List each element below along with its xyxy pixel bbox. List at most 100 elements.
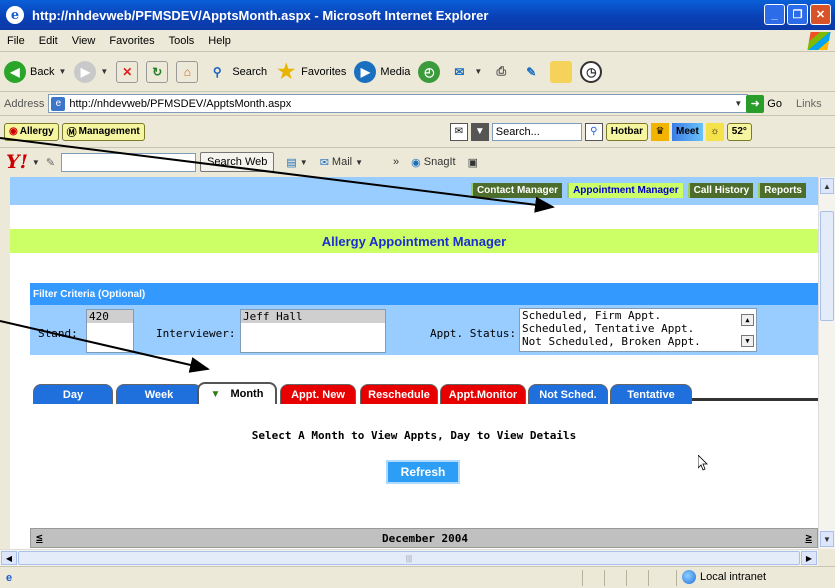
windows-logo-icon [807,32,831,50]
go-button[interactable]: ➜ Go [746,94,782,113]
dropdown-icon[interactable]: ▼ [474,67,482,76]
print-button[interactable]: ⎙ [490,61,512,83]
dropdown-icon[interactable]: ▼ [58,67,66,76]
address-input[interactable]: e http://nhdevweb/PFMSDEV/ApptsMonth.asp… [48,94,749,113]
maximize-button[interactable]: ❐ [787,4,808,25]
interviewer-listbox[interactable]: Jeff Hall [240,309,386,353]
allergy-label: Allergy [19,126,54,137]
media-button[interactable]: ▶ Media [354,60,411,83]
meet-button[interactable]: Meet [672,122,703,141]
yahoo-search-button[interactable]: Search Web [200,152,275,172]
dropdown-icon[interactable]: ▼ [100,67,108,76]
calendar-month-bar: ≤ December 2004 ≥ [30,528,818,548]
refresh-icon: ↻ [146,60,169,83]
filter-heading: Filter Criteria (Optional) [30,283,818,305]
intranet-globe-icon [682,570,696,584]
tab-appt-new[interactable]: Appt. New [280,384,356,404]
status-option[interactable]: Not Scheduled, Broken Appt. [520,335,756,348]
address-label: Address [4,97,45,110]
search-dropdown-button[interactable]: ▼ [470,122,489,141]
nav-appointment-manager[interactable]: Appointment Manager [567,183,683,198]
next-month-link[interactable]: ≥ [805,531,812,544]
edit-icon: ✎ [526,64,537,79]
yahoo-mail-button[interactable]: ✉ Mail ▼ [320,156,363,169]
nav-reports[interactable]: Reports [758,183,806,198]
toolbar-search-button[interactable]: ⚲ [584,122,603,141]
allergy-link[interactable]: ◉ Allergy [4,122,59,141]
window-capture-icon: ▣ [467,156,478,169]
home-button[interactable]: ⌂ [176,60,199,83]
tab-day[interactable]: Day [33,384,113,404]
status-option[interactable]: Scheduled, Tentative Appt. [520,322,756,335]
menu-favorites[interactable]: Favorites [102,35,161,47]
snagit-options-button[interactable]: ▣ [468,156,478,169]
search-button[interactable]: ⚲ Search [206,61,267,83]
scroll-left-arrow-icon[interactable]: ◀ [1,551,17,565]
edit-button[interactable]: ✎ [520,61,542,83]
tab-not-sched[interactable]: Not Sched. [528,384,608,404]
clock-icon: ◷ [580,60,603,83]
yahoo-logo[interactable]: Y! [6,151,28,173]
snagit-button[interactable]: ◉ SnagIt [411,156,455,169]
menu-view[interactable]: View [65,35,103,47]
close-button[interactable]: ✕ [810,4,831,25]
crown-icon[interactable]: ♛ [651,122,669,141]
scroll-up-icon[interactable]: ▲ [741,314,754,326]
yahoo-search-input[interactable] [61,152,197,172]
temperature-badge[interactable]: 52° [726,122,752,141]
interviewer-option[interactable]: Jeff Hall [241,310,385,323]
status-listbox[interactable]: Scheduled, Firm Appt. Scheduled, Tentati… [519,308,757,352]
scroll-down-arrow-icon[interactable]: ▼ [820,531,834,547]
nav-call-history[interactable]: Call History [687,183,754,198]
scroll-down-icon[interactable]: ▼ [741,335,754,347]
minimize-button[interactable]: _ [764,4,785,25]
hotbar-button[interactable]: Hotbar [605,122,648,141]
nav-contact-manager[interactable]: Contact Manager [470,183,563,198]
stop-button[interactable]: ✕ [116,60,139,83]
tab-reschedule[interactable]: Reschedule [360,384,438,404]
yahoo-dropdown-icon[interactable]: ▼ [32,158,40,167]
page-status-icon: e [6,571,13,584]
page-icon: e [51,96,66,111]
scroll-up-arrow-icon[interactable]: ▲ [820,178,834,194]
tab-month[interactable]: ▼ Month [197,382,277,404]
tab-tentative[interactable]: Tentative [610,384,692,404]
folder-button[interactable] [550,60,573,83]
tab-divider [690,398,818,401]
status-option[interactable]: Scheduled, Firm Appt. [520,309,756,322]
menu-help[interactable]: Help [201,35,238,47]
stand-option[interactable]: 420 [87,310,133,323]
more-chevron[interactable]: » [393,156,399,168]
media-label: Media [380,65,411,78]
menu-edit[interactable]: Edit [32,35,65,47]
horizontal-scroll-thumb[interactable]: ||| [18,551,800,565]
address-dropdown-icon[interactable]: ▼ [734,99,742,108]
messenger-button[interactable]: ◷ [580,60,603,83]
stand-listbox[interactable]: 420 [86,309,134,353]
history-button[interactable]: ◴ [418,60,441,83]
menu-file[interactable]: File [0,35,32,47]
horizontal-scrollbar[interactable]: ◀ ||| ▶ [0,549,818,566]
tab-week[interactable]: Week [116,384,202,404]
status-divider [582,570,583,586]
pencil-icon[interactable]: ✎ [46,156,55,169]
refresh-page-button[interactable]: ↻ [146,60,169,83]
links-button[interactable]: Links [796,98,822,110]
refresh-button[interactable]: Refresh [386,460,460,484]
envelope-button[interactable]: ✉ [449,122,468,141]
scroll-right-arrow-icon[interactable]: ▶ [801,551,817,565]
tab-appt-monitor[interactable]: Appt.Monitor [440,384,526,404]
toolbar-search-input[interactable]: Search... [491,122,582,141]
back-button[interactable]: ◀ Back ▼ [4,60,66,83]
menu-tools[interactable]: Tools [162,35,202,47]
yahoo-bookmarks-button[interactable]: ▤ ▼ [286,156,307,169]
mail-button[interactable]: ✉ ▼ [448,61,482,83]
bookmark-icon: ▤ [286,156,297,169]
forward-button[interactable]: ▶ ▼ [74,60,108,83]
weather-icon[interactable]: ☼ [705,122,724,141]
vertical-scrollbar[interactable]: ▲ ▼ [818,177,835,549]
favorites-button[interactable]: ★ Favorites [275,61,346,83]
vertical-scroll-thumb[interactable] [820,211,834,321]
status-divider [604,570,605,586]
management-link[interactable]: Ⓜ Management [61,122,145,141]
